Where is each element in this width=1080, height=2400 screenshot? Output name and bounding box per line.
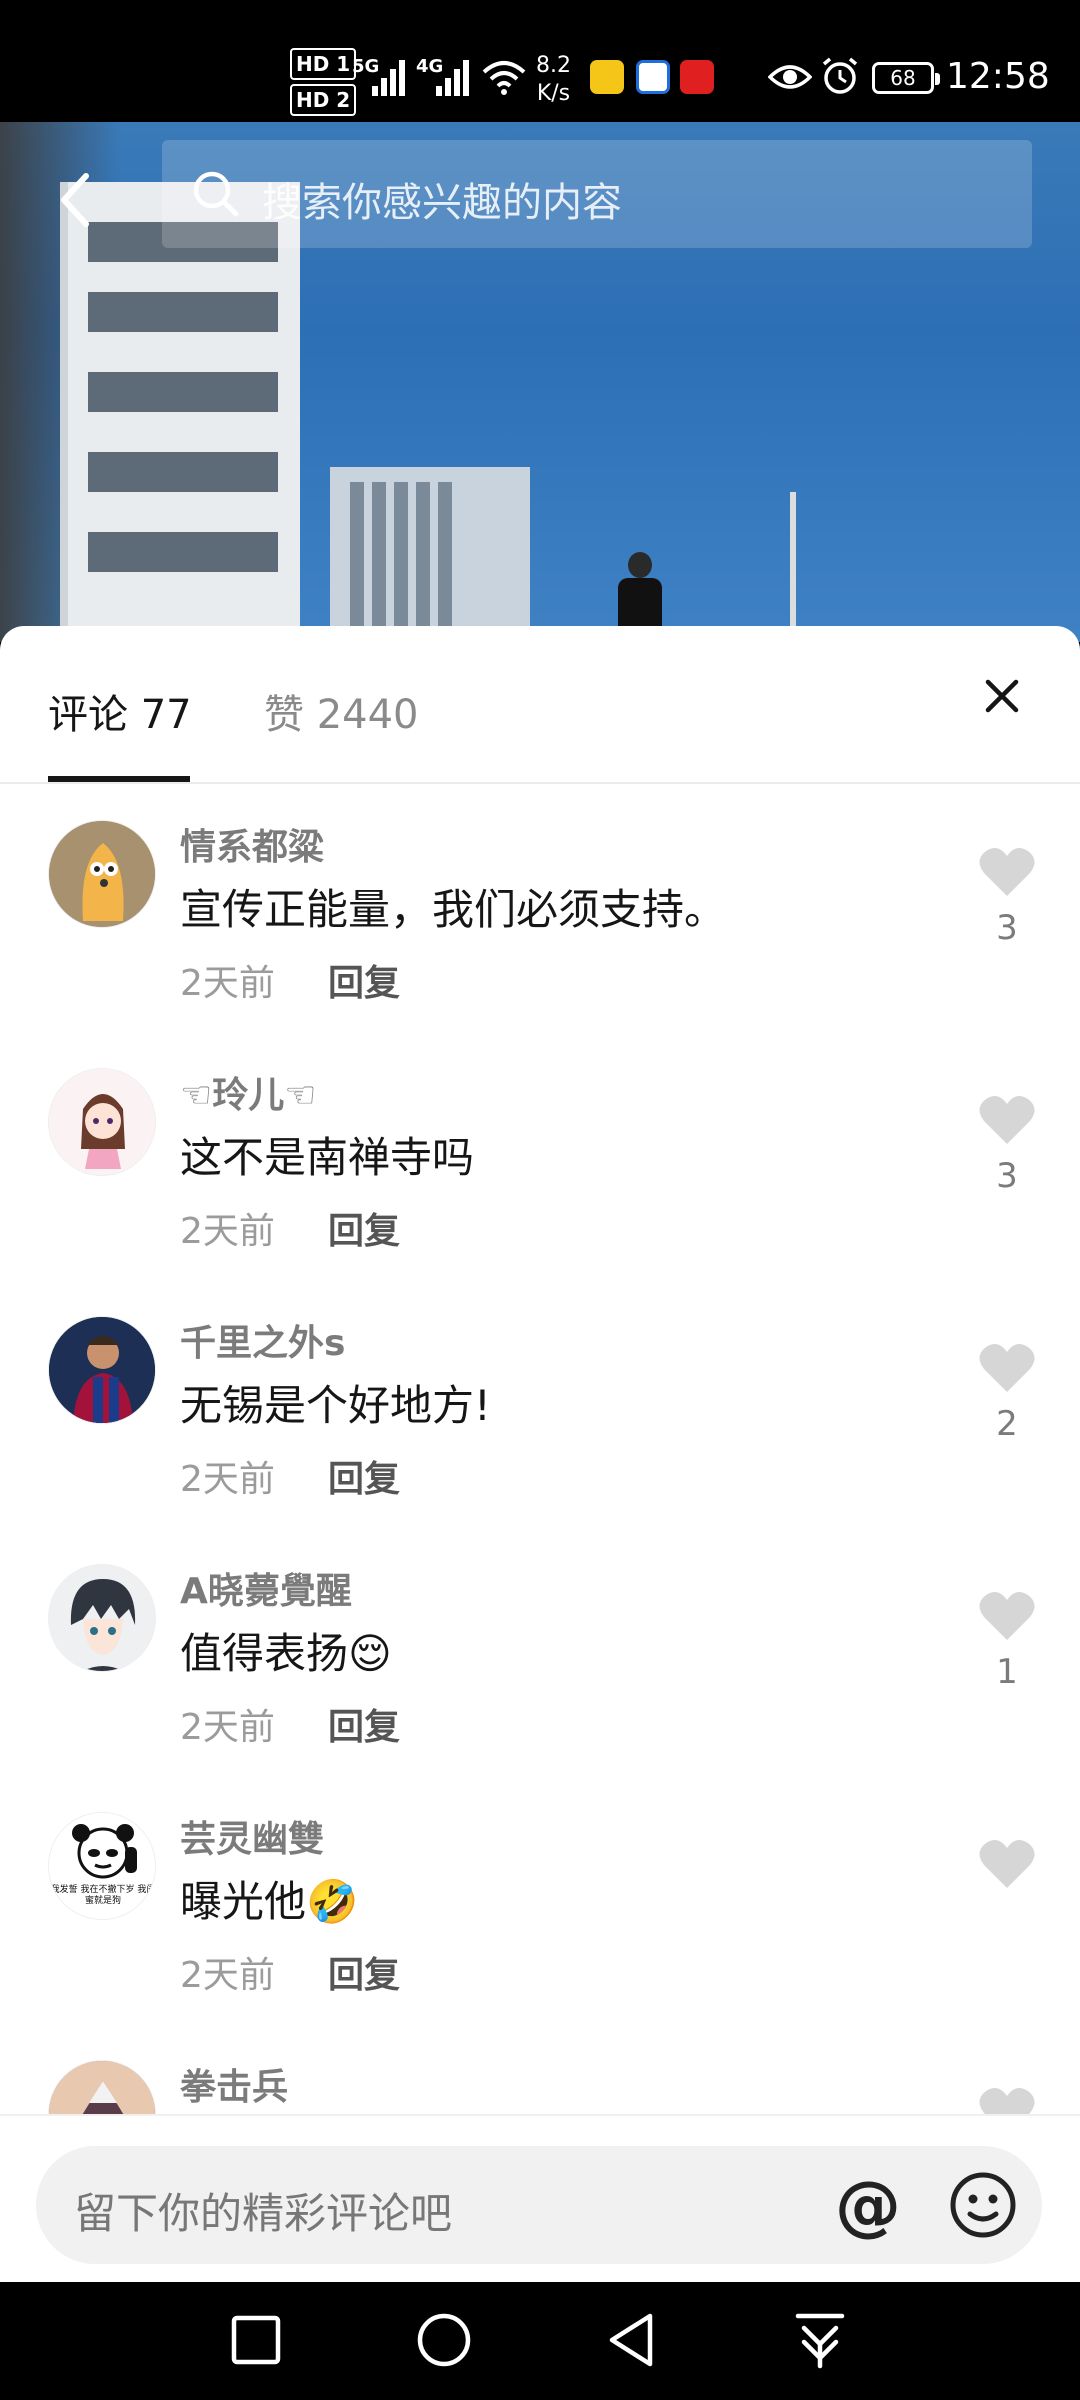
- screen: HD 1 HD 2 5G 4G 8.2 K/s 68 12:58 搜索你感兴趣的…: [0, 0, 1080, 2400]
- tab-likes[interactable]: 赞 2440: [264, 682, 419, 740]
- tab-comments[interactable]: 评论 77: [48, 682, 192, 740]
- like-count: 2: [996, 1404, 1018, 1444]
- comment-list[interactable]: 情系都粱 宣传正能量，我们必须支持。 2天前 回复 3 ☜玲儿☜ 这不是南禅寺吗…: [0, 786, 1080, 2140]
- comment-time: 2天前: [180, 1955, 275, 1996]
- home-icon[interactable]: [408, 2304, 480, 2376]
- comment-sheet: 评论 77 赞 2440 情系都粱 宣传正能量，我们必须支持。 2天前 回复 3…: [0, 626, 1080, 2282]
- speed-unit: K/s: [536, 81, 571, 106]
- video-background[interactable]: 搜索你感兴趣的内容: [0, 122, 1080, 642]
- avatar[interactable]: 我发誓 我在不撤下岁 我闺蜜就是狗: [48, 1812, 156, 1920]
- comment-item: 我发誓 我在不撤下岁 我闺蜜就是狗 芸灵幽雙 曝光他🤣 2天前 回复: [0, 1778, 1080, 2026]
- recent-apps-icon[interactable]: [220, 2304, 292, 2376]
- at-mention-icon[interactable]: @: [828, 2166, 908, 2246]
- comment-item: A晓薨覺醒 值得表扬😌 2天前 回复 1: [0, 1530, 1080, 1778]
- alarm-icon: [822, 57, 858, 94]
- network-speed: 8.2 K/s: [536, 52, 571, 108]
- system-nav-bar: [0, 2282, 1080, 2400]
- comment-item: 千里之外s 无锡是个好地方! 2天前 回复 2: [0, 1282, 1080, 1530]
- comment-username[interactable]: 芸灵幽雙: [180, 1810, 324, 1862]
- comment-item: 情系都粱 宣传正能量，我们必须支持。 2天前 回复 3: [0, 786, 1080, 1034]
- comment-text: 无锡是个好地方!: [180, 1381, 491, 1430]
- hd-indicator: HD 1 HD 2: [290, 48, 357, 120]
- lamp-pole: [790, 492, 796, 642]
- reply-button[interactable]: 回复: [328, 1946, 400, 1998]
- shopping-app-icon: [680, 60, 714, 94]
- notification-drawer-icon[interactable]: [784, 2304, 856, 2376]
- eye-icon: [768, 65, 812, 89]
- hd2-badge: HD 2: [290, 84, 357, 116]
- like-count: 1: [996, 1652, 1018, 1692]
- hd1-badge: HD 1: [290, 48, 357, 80]
- back-arrow-icon[interactable]: [52, 170, 102, 230]
- comment-username[interactable]: 情系都粱: [180, 818, 324, 870]
- clock: 12:58: [946, 56, 1050, 97]
- signal-icon-2: [436, 56, 472, 96]
- avatar[interactable]: [48, 1316, 156, 1424]
- heart-icon[interactable]: [978, 846, 1036, 898]
- tab-underline: [48, 776, 190, 782]
- comment-time: 2天前: [180, 1211, 275, 1252]
- search-placeholder: 搜索你感兴趣的内容: [262, 180, 622, 226]
- comment-input-bar: 留下你的精彩评论吧 @: [0, 2114, 1080, 2282]
- building-image-2: [330, 467, 530, 642]
- comment-text: 这不是南禅寺吗: [180, 1133, 475, 1182]
- comment-time: 2天前: [180, 1707, 275, 1748]
- avatar-caption: 我发誓 我在不撤下岁 我闺蜜就是狗: [50, 1885, 156, 1906]
- speed-value: 8.2: [536, 53, 571, 78]
- comment-username[interactable]: 千里之外s: [180, 1314, 345, 1366]
- heart-icon[interactable]: [978, 1590, 1036, 1642]
- comment-text: 值得表扬😌: [180, 1629, 392, 1678]
- comment-input[interactable]: 留下你的精彩评论吧 @: [36, 2146, 1042, 2264]
- close-icon[interactable]: [982, 676, 1022, 716]
- status-bar: HD 1 HD 2 5G 4G 8.2 K/s 68 12:58: [0, 0, 1080, 122]
- app-notification-icon: [636, 60, 670, 94]
- reply-button[interactable]: 回复: [328, 954, 400, 1006]
- comment-time: 2天前: [180, 1459, 275, 1500]
- signal-icon: [372, 56, 408, 96]
- comment-text: 宣传正能量，我们必须支持。: [180, 885, 727, 934]
- mail-app-icon: [590, 60, 624, 94]
- like-count: 3: [996, 1156, 1018, 1196]
- heart-icon[interactable]: [978, 1342, 1036, 1394]
- back-nav-icon[interactable]: [596, 2304, 668, 2376]
- search-icon: [193, 171, 239, 217]
- comment-username[interactable]: ☜玲儿☜: [180, 1066, 317, 1118]
- like-count: 3: [996, 908, 1018, 948]
- battery-indicator: 68: [872, 62, 940, 94]
- comment-username[interactable]: A晓薨覺醒: [180, 1562, 352, 1614]
- comment-input-placeholder: 留下你的精彩评论吧: [74, 2189, 453, 2238]
- emoji-icon[interactable]: [948, 2170, 1018, 2240]
- comment-text: 曝光他🤣: [180, 1877, 359, 1926]
- tab-bar: 评论 77 赞 2440: [0, 626, 1080, 784]
- comment-username[interactable]: 拳击兵: [180, 2058, 288, 2110]
- avatar[interactable]: [48, 1564, 156, 1672]
- heart-icon[interactable]: [978, 1094, 1036, 1146]
- building-image: [60, 182, 300, 642]
- comment-item: ☜玲儿☜ 这不是南禅寺吗 2天前 回复 3: [0, 1034, 1080, 1282]
- search-input[interactable]: 搜索你感兴趣的内容: [162, 140, 1032, 248]
- reply-button[interactable]: 回复: [328, 1450, 400, 1502]
- avatar[interactable]: [48, 1068, 156, 1176]
- avatar[interactable]: [48, 820, 156, 928]
- reply-button[interactable]: 回复: [328, 1698, 400, 1750]
- wifi-icon: [482, 61, 526, 95]
- reply-button[interactable]: 回复: [328, 1202, 400, 1254]
- comment-time: 2天前: [180, 963, 275, 1004]
- heart-icon[interactable]: [978, 1838, 1036, 1890]
